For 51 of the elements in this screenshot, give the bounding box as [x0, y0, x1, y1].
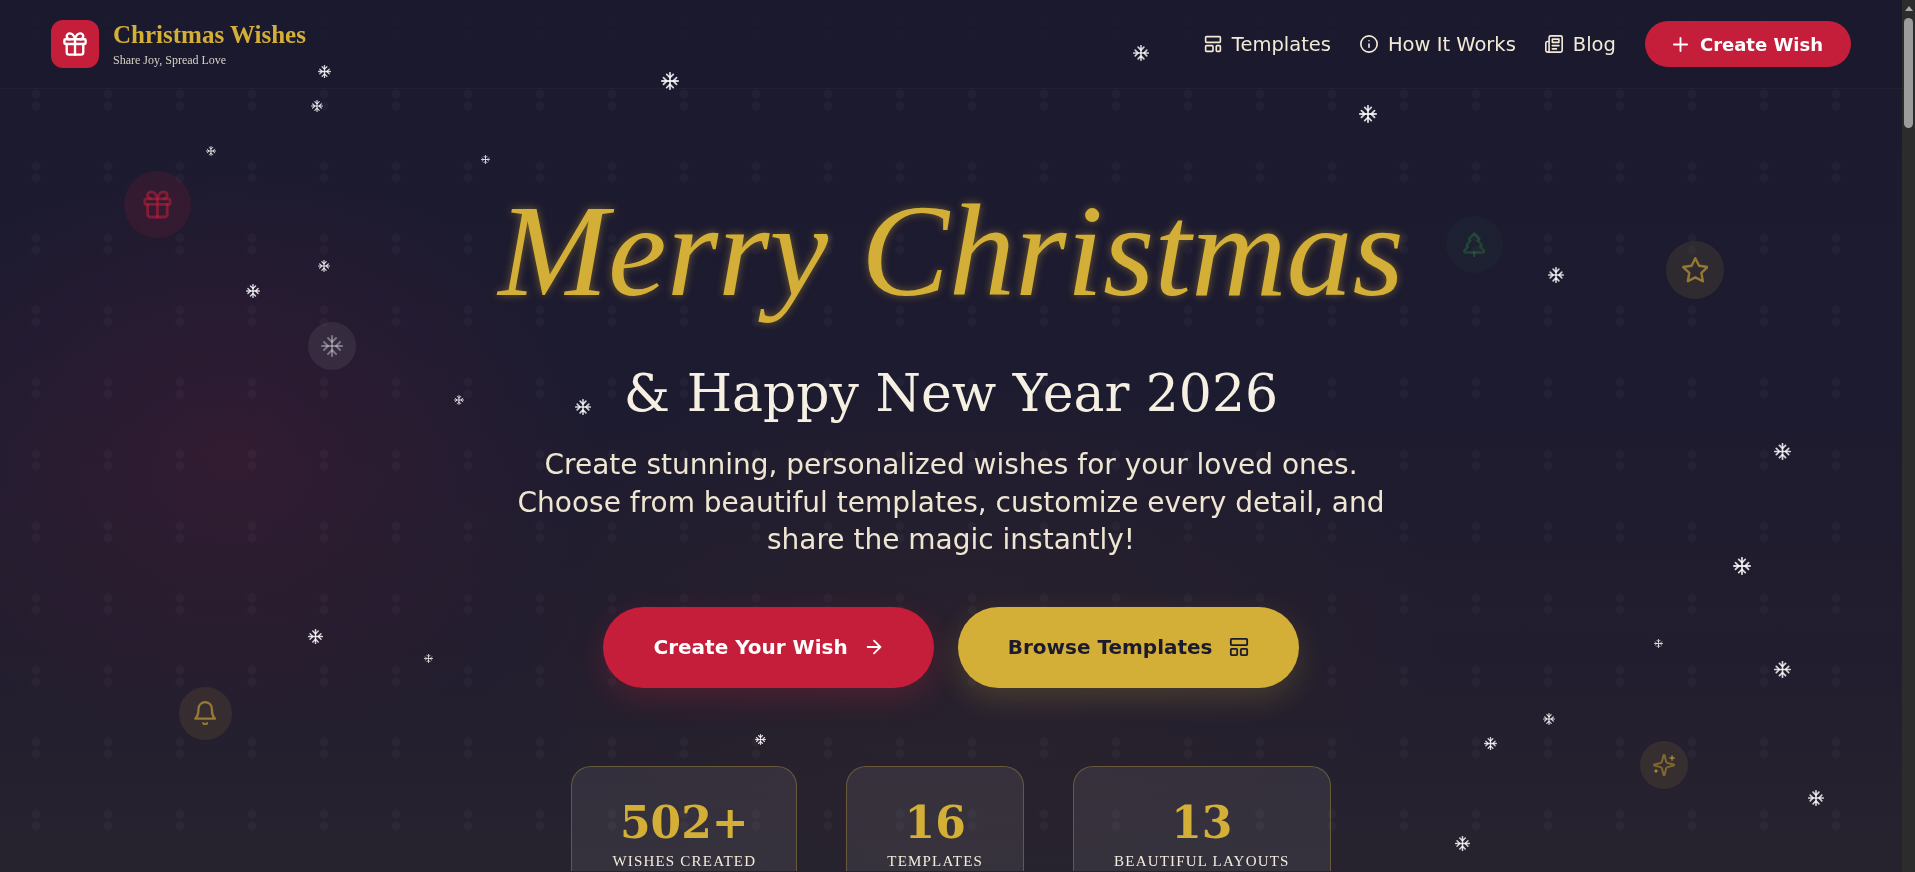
- stat-value: 13: [1171, 796, 1233, 849]
- layout-icon: [1203, 35, 1222, 53]
- snowflake-icon: [206, 146, 216, 156]
- snowflake-icon: [246, 284, 260, 298]
- hero-subtitle: & Happy New Year 2026: [623, 362, 1279, 425]
- stat-label: TEMPLATES: [887, 852, 984, 870]
- gift-icon[interactable]: [51, 20, 99, 68]
- layout-icon: [1228, 637, 1249, 657]
- bell-icon: [178, 686, 232, 740]
- stat-value: 16: [904, 796, 966, 849]
- scrollbar-thumb[interactable]: [1904, 18, 1913, 128]
- brand-title[interactable]: Christmas Wishes: [113, 21, 306, 49]
- create-wish-button[interactable]: Create Wish: [1644, 21, 1851, 67]
- newspaper-icon: [1544, 35, 1563, 53]
- snowflake-icon: [575, 399, 591, 415]
- hero-description: Create stunning, personalized wishes for your loved ones. Choose from beautiful templates, customize every detail, and share the magic instantly!: [516, 447, 1386, 558]
- hero-title: Merry Christmas: [495, 176, 1405, 326]
- scroll-up-icon[interactable]: [1904, 6, 1913, 11]
- snowflake-icon: [661, 72, 679, 90]
- nav-link[interactable]: Blog: [1544, 32, 1616, 56]
- snowflake-icon: [1543, 713, 1555, 725]
- stat-value: 502+: [619, 796, 749, 849]
- stat-label: BEAUTIFUL LAYOUTS: [1114, 852, 1290, 870]
- snowflake-icon: [1483, 736, 1497, 750]
- snowflake-icon: [754, 733, 766, 745]
- snowflake-icon: [480, 154, 490, 164]
- create-your-wish-button[interactable]: Create Your Wish: [603, 606, 934, 688]
- snowflake-icon: [454, 395, 464, 405]
- snowflake-icon: [1359, 105, 1377, 123]
- scrollbar[interactable]: [1902, 0, 1915, 872]
- snowflake-icon: [318, 260, 330, 272]
- snowflake-icon: [307, 628, 323, 644]
- snowflake-icon: [1548, 267, 1564, 283]
- snowflake-icon: [1808, 790, 1824, 806]
- snowflake-icon: [1133, 45, 1149, 61]
- snowflake-icon: [1773, 660, 1791, 678]
- snowflake-icon: [311, 100, 323, 112]
- snowflake-icon: [1773, 442, 1791, 460]
- snowflake-icon: [1653, 638, 1663, 648]
- plus-icon: [1672, 36, 1688, 52]
- snowflake-icon: [1454, 835, 1470, 851]
- sparkles-icon: [1640, 741, 1688, 789]
- snowflake-icon: [308, 322, 356, 370]
- brand-tagline: Share Joy, Spread Love: [113, 53, 227, 67]
- nav-link[interactable]: Templates: [1203, 32, 1331, 56]
- browse-templates-button[interactable]: Browse Templates: [957, 606, 1299, 688]
- info-icon: [1359, 35, 1378, 53]
- stat-label: WISHES CREATED: [612, 852, 757, 870]
- snowflake-icon: [423, 653, 433, 663]
- snowflake-icon: [1733, 557, 1751, 575]
- nav-link[interactable]: How It Works: [1359, 32, 1516, 56]
